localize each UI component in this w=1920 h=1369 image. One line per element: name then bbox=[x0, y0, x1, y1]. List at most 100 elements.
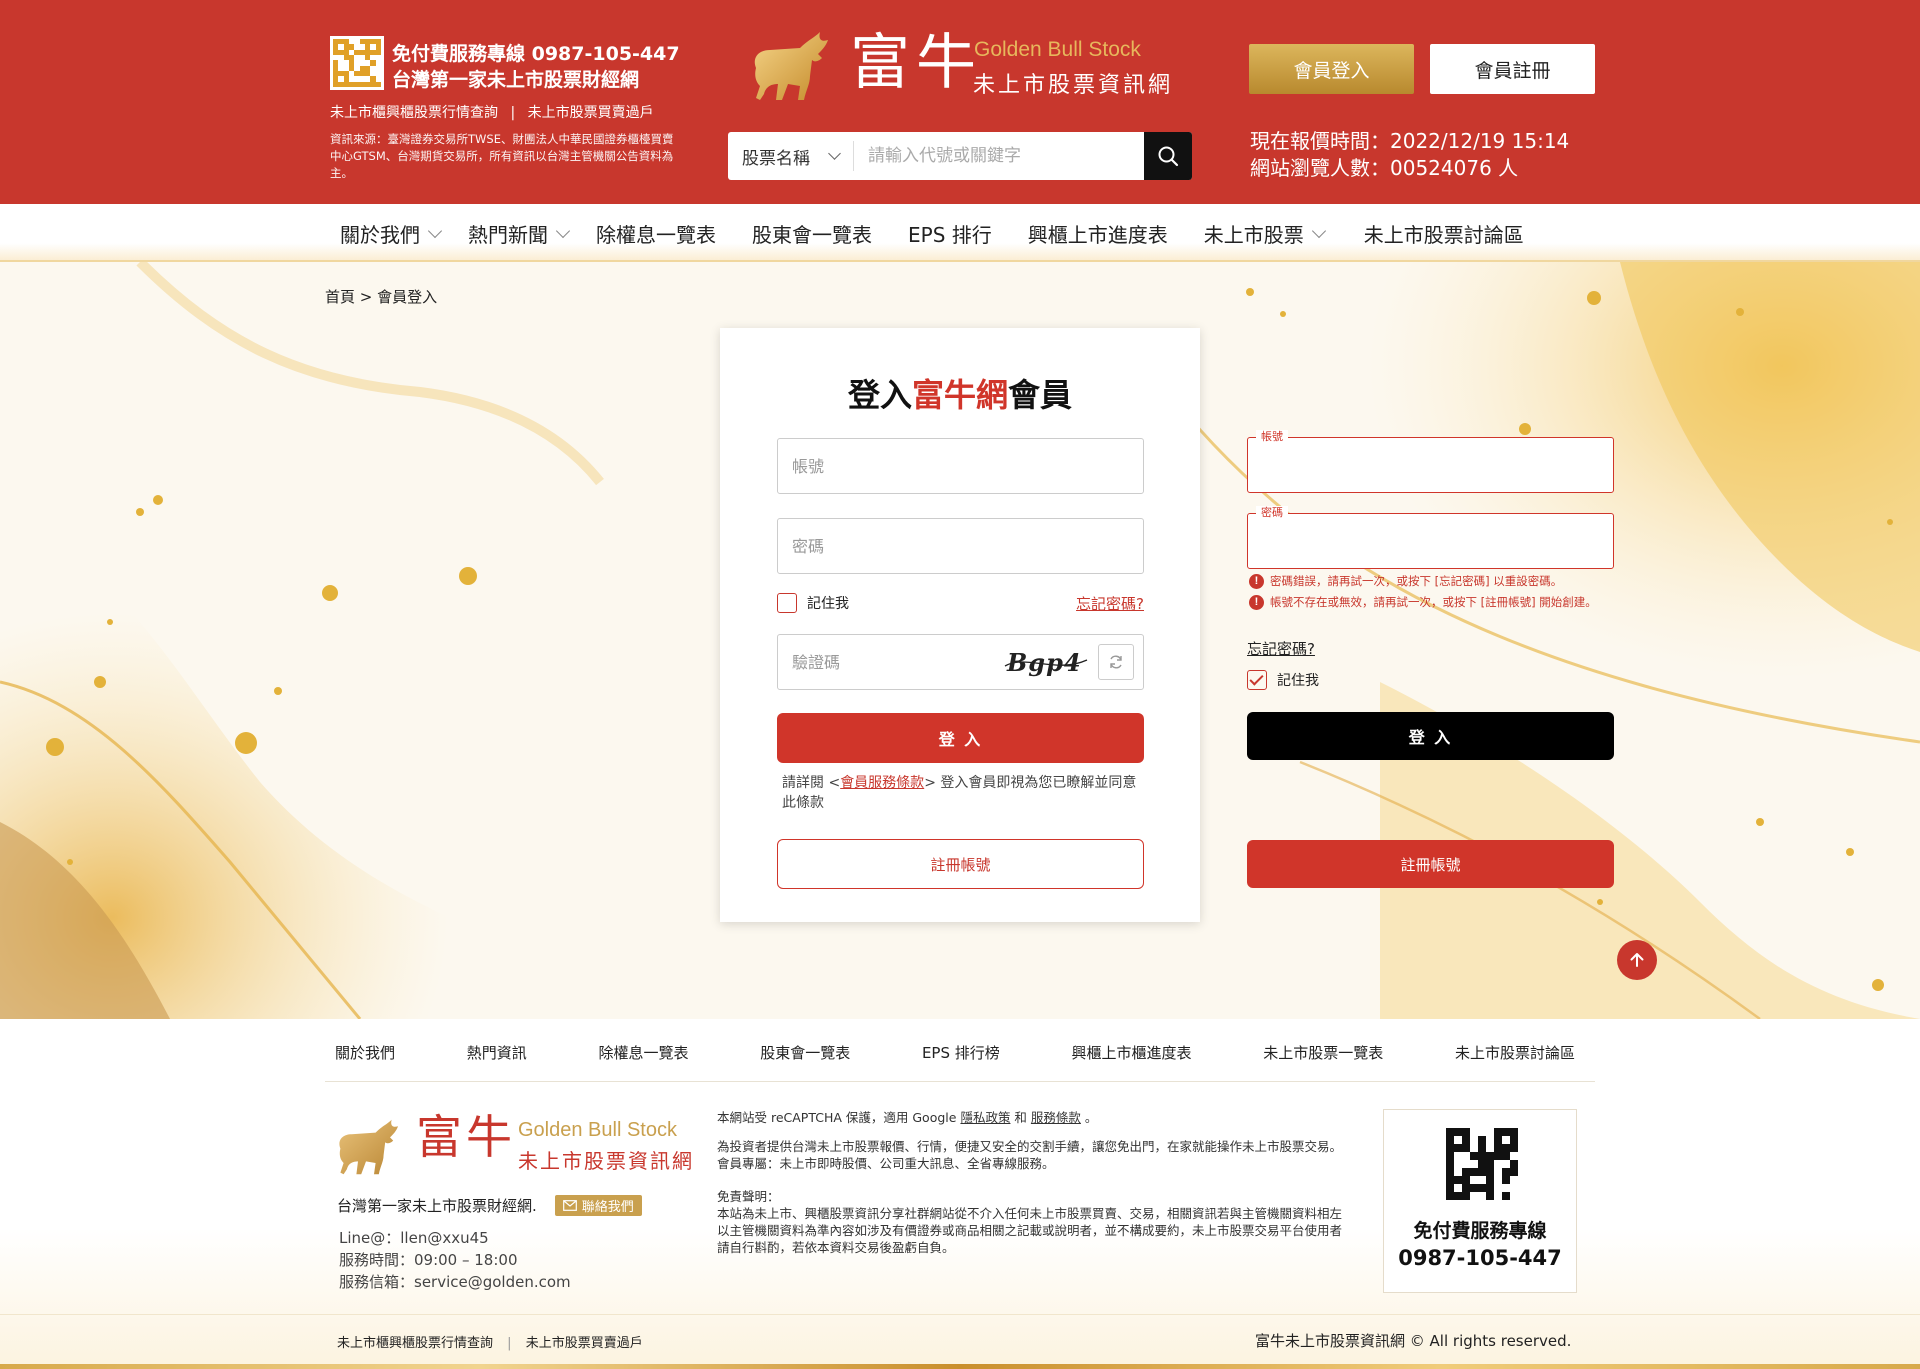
recaptcha-text: 。 bbox=[1080, 1110, 1098, 1125]
register-account-button[interactable]: 註冊帳號 bbox=[777, 839, 1144, 889]
qr-phone: 0987-105-447 bbox=[1398, 1246, 1562, 1270]
line-id: Line@：llen@xxu45 bbox=[339, 1229, 489, 1247]
privacy-link[interactable]: 隱私政策 bbox=[960, 1110, 1010, 1125]
qr-code-icon bbox=[330, 36, 384, 90]
logo-subtitle: 未上市股票資訊網 bbox=[973, 73, 1174, 98]
footer-nav: 關於我們 熱門資訊 除權息一覽表 股東會一覽表 EPS 排行榜 興櫃上市櫃進度表 未上市股票… bbox=[335, 1042, 1575, 1063]
password-float-label: 密碼 bbox=[1256, 506, 1288, 520]
footer-nav-item[interactable]: 未上市股票一覽表 bbox=[1263, 1042, 1383, 1063]
footer-nav-item[interactable]: 關於我們 bbox=[335, 1042, 395, 1063]
contact-label: 聯絡我們 bbox=[581, 1200, 634, 1215]
header-status: 現在報價時間：2022/12/19 15:14 網站瀏覽人數：00524076 … bbox=[1250, 128, 1569, 182]
chevron-down-icon bbox=[555, 223, 571, 238]
member-login-button[interactable]: 會員登入 bbox=[1249, 44, 1414, 94]
contact-us-button[interactable]: 聯絡我們 bbox=[554, 1195, 642, 1216]
error-text: 帳號不存在或無效，請再試一次，或按下 [註冊帳號] 開始創建。 bbox=[1270, 595, 1597, 609]
account-error-message: ! 帳號不存在或無效，請再試一次，或按下 [註冊帳號] 開始創建。 bbox=[1249, 594, 1597, 610]
captcha-input[interactable] bbox=[778, 635, 998, 689]
search-input[interactable] bbox=[854, 132, 1144, 180]
recaptcha-text: 本網站受 reCAPTCHA 保護，適用 Google bbox=[717, 1110, 961, 1125]
copyright: 富牛未上市股票資訊網 © All rights reserved. bbox=[1255, 1332, 1572, 1350]
nav-item[interactable]: 未上市股票討論區 bbox=[1364, 219, 1524, 248]
recaptcha-text: 和 bbox=[1010, 1110, 1031, 1125]
nav-label: 熱門新聞 bbox=[468, 222, 548, 247]
visitor-count: 網站瀏覽人數：00524076 人 bbox=[1250, 156, 1519, 180]
footer-nav-item[interactable]: 股東會一覽表 bbox=[760, 1042, 850, 1063]
nav-item[interactable]: 關於我們 bbox=[340, 219, 443, 248]
footer-tagline: 台灣第一家未上市股票財經網. 聯絡我們 bbox=[337, 1195, 642, 1216]
header-links: 未上市櫃興櫃股票行情查詢 | 未上市股票買賣過戶 bbox=[330, 102, 654, 122]
nav-item[interactable]: 股東會一覽表 bbox=[752, 219, 872, 248]
password-input[interactable] bbox=[778, 519, 1143, 573]
nav-label: 股東會一覽表 bbox=[752, 222, 872, 247]
error-icon: ! bbox=[1249, 573, 1264, 589]
forgot-password-link-alt[interactable]: 忘記密碼? bbox=[1247, 638, 1315, 659]
qr-label: 免付費服務專線 bbox=[1413, 1220, 1547, 1242]
main-content: 首頁 > 會員登入 登入富牛網會員 記住我 忘記密碼? Bgp4 bbox=[0, 262, 1920, 1019]
register-account-button-alt[interactable]: 註冊帳號 bbox=[1247, 840, 1614, 888]
terms-link[interactable]: 會員服務條款 bbox=[840, 775, 924, 791]
nav-item[interactable]: 熱門新聞 bbox=[468, 219, 571, 248]
tos-link[interactable]: 服務條款 bbox=[1031, 1110, 1081, 1125]
footer-nav-item[interactable]: 興櫃上市櫃進度表 bbox=[1071, 1042, 1191, 1063]
title-part: 登入 bbox=[847, 376, 912, 414]
back-to-top-button[interactable] bbox=[1617, 940, 1657, 980]
checkbox-icon bbox=[777, 593, 797, 613]
bottom-link-separator: | bbox=[507, 1336, 512, 1351]
footer-qr-box: 免付費服務專線 0987-105-447 bbox=[1383, 1109, 1577, 1293]
site-description: 為投資者提供台灣未上市股票報價、行情，便捷又安全的交割手續，讓您免出門，在家就能… bbox=[717, 1139, 1343, 1154]
password-field-error[interactable]: 密碼 bbox=[1247, 506, 1614, 569]
bottom-link-transfer[interactable]: 未上市股票買賣過戶 bbox=[526, 1336, 643, 1351]
footer-legal-text: 本網站受 reCAPTCHA 保護，適用 Google 隱私政策 和 服務條款 … bbox=[717, 1109, 1350, 1256]
search-type-select[interactable]: 股票名稱 bbox=[728, 141, 854, 171]
site-logo[interactable]: 富牛 Golden Bull Stock 未上市股票資訊網 bbox=[748, 28, 1178, 108]
link-quotes[interactable]: 未上市櫃興櫃股票行情查詢 bbox=[330, 105, 498, 121]
logo-subtitle: 未上市股票資訊網 bbox=[518, 1149, 694, 1173]
link-transfer[interactable]: 未上市股票買賣過戶 bbox=[528, 105, 654, 121]
login-submit-button[interactable]: 登 入 bbox=[777, 713, 1144, 763]
refresh-icon bbox=[1110, 655, 1122, 669]
login-submit-button-alt[interactable]: 登 入 bbox=[1247, 712, 1614, 760]
disclaimer-title: 免責聲明： bbox=[717, 1189, 780, 1204]
slogan-text: 台灣第一家未上市股票財經網 bbox=[392, 69, 640, 91]
account-field bbox=[777, 438, 1144, 494]
footer-logo[interactable]: 富牛 Golden Bull Stock 未上市股票資訊網 bbox=[334, 1107, 694, 1187]
account-input[interactable] bbox=[778, 439, 1143, 493]
password-field bbox=[777, 518, 1144, 574]
remember-label: 記住我 bbox=[807, 596, 849, 612]
nav-label: EPS 排行 bbox=[908, 222, 992, 247]
member-register-button[interactable]: 會員註冊 bbox=[1430, 44, 1595, 94]
member-zone: 會員專屬：未上市即時股價、公司重大訊息、全省專線服務。 bbox=[717, 1156, 1055, 1171]
hotline-text: 免付費服務專線 0987-105-447 bbox=[392, 43, 680, 65]
nav-label: 除權息一覽表 bbox=[596, 222, 716, 247]
bottom-link-quotes[interactable]: 未上市櫃興櫃股票行情查詢 bbox=[337, 1336, 493, 1351]
recaptcha-note: 本網站受 reCAPTCHA 保護，適用 Google 隱私政策 和 服務條款 … bbox=[717, 1109, 1350, 1126]
account-field-error[interactable]: 帳號 bbox=[1247, 430, 1614, 493]
footer-nav-item[interactable]: 除權息一覽表 bbox=[598, 1042, 688, 1063]
nav-item[interactable]: 興櫃上市進度表 bbox=[1028, 219, 1168, 248]
footer-nav-item[interactable]: EPS 排行榜 bbox=[922, 1042, 1000, 1063]
nav-item[interactable]: 未上市股票 bbox=[1204, 219, 1326, 248]
chevron-down-icon bbox=[427, 223, 443, 238]
nav-item[interactable]: 除權息一覽表 bbox=[596, 219, 716, 248]
footer-nav-item[interactable]: 未上市股票討論區 bbox=[1455, 1042, 1575, 1063]
source-note: 資訊來源：臺灣證券交易所TWSE、財團法人中華民國證券櫃檯買賣中心GTSM、台灣… bbox=[330, 132, 674, 180]
footer-bottom-links: 未上市櫃興櫃股票行情查詢 | 未上市股票買賣過戶 bbox=[337, 1332, 643, 1351]
error-text: 密碼錯誤，請再試一次，或按下 [忘記密碼] 以重設密碼。 bbox=[1270, 574, 1563, 588]
terms-text: 請詳閱 < bbox=[782, 775, 841, 791]
remember-checkbox[interactable]: 記住我 bbox=[777, 593, 849, 613]
nav-item[interactable]: EPS 排行 bbox=[908, 219, 992, 248]
forgot-password-link[interactable]: 忘記密碼? bbox=[1076, 593, 1144, 614]
remember-checkbox-checked[interactable]: 記住我 bbox=[1247, 670, 1319, 690]
logo-chinese: 富牛 bbox=[850, 28, 982, 98]
footer-contact-info: Line@：llen@xxu45 服務時間：09:00 – 18:00 服務信箱… bbox=[339, 1227, 571, 1293]
footer-divider bbox=[325, 1081, 1595, 1082]
footer-nav-item[interactable]: 熱門資訊 bbox=[467, 1042, 527, 1063]
service-hours: 服務時間：09:00 – 18:00 bbox=[339, 1251, 518, 1269]
search-button[interactable] bbox=[1144, 132, 1192, 180]
terms-note: 請詳閱 <會員服務條款> 登入會員即視為您已瞭解並同意此條款 bbox=[782, 773, 1142, 813]
gold-border bbox=[0, 1364, 1920, 1369]
captcha-refresh-button[interactable] bbox=[1098, 644, 1134, 680]
captcha-image: Bgp4 bbox=[1004, 648, 1088, 677]
tagline-text: 台灣第一家未上市股票財經網. bbox=[337, 1197, 537, 1215]
